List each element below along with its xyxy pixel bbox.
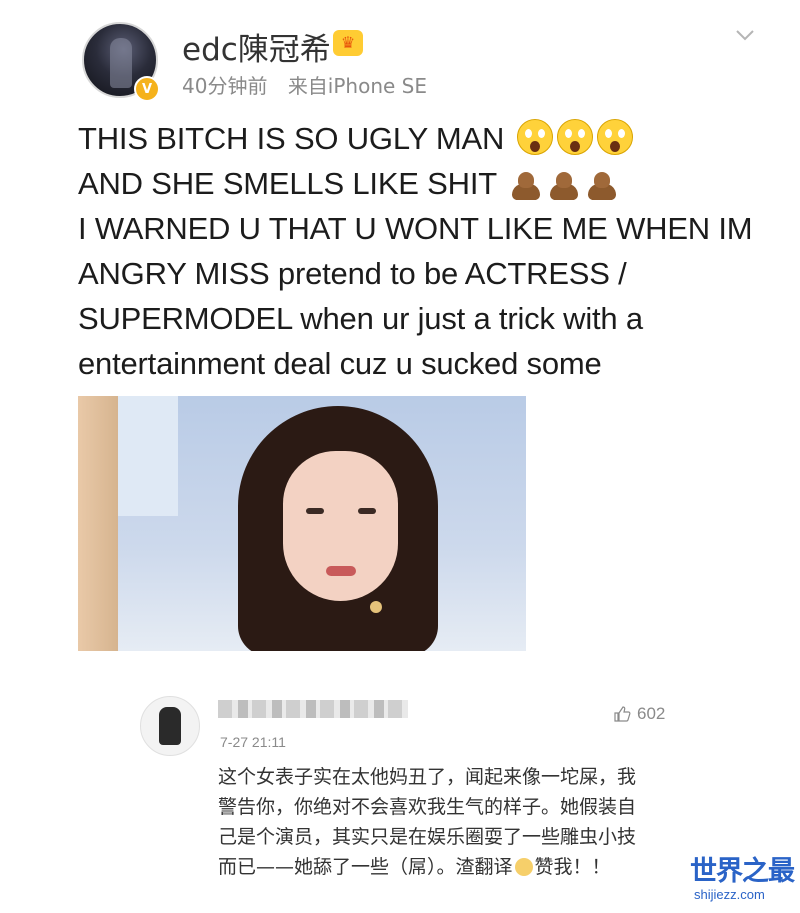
scream-emoji-icon: [516, 119, 553, 155]
post-line: I WARNED U THAT U WONT LIKE ME WHEN IM: [78, 211, 753, 246]
post-source: 来自iPhone SE: [287, 74, 428, 98]
post-time: 40分钟前: [182, 74, 268, 98]
post-line: THIS BITCH IS SO UGLY MAN: [78, 116, 768, 161]
comment-item: 7-27 21:11 602 这个女表子实在太他妈丑了，闻起来像一坨屎，我警告你…: [140, 690, 700, 900]
scream-emoji-icon: [596, 119, 633, 155]
post-header: V edc陳冠希 ♛ 40分钟前 来自iPhone SE: [0, 0, 800, 110]
poo-emoji-icon: [547, 168, 581, 200]
doge-emoji-icon: [514, 858, 533, 876]
post-username[interactable]: edc陳冠希: [182, 24, 331, 69]
comment-text: 这个女表子实在太他妈丑了，闻起来像一坨屎，我警告你，你绝对不会喜欢我生气的样子。…: [218, 766, 637, 878]
like-count: 602: [637, 704, 666, 723]
chevron-down-icon[interactable]: [734, 24, 756, 46]
watermark-title: 世界之最: [690, 856, 795, 887]
post-line: SUPERMODEL when ur just a trick with a: [78, 301, 643, 336]
post-line: entertainment deal cuz u sucked some: [78, 346, 602, 381]
scream-emoji-icon: [556, 119, 593, 155]
commenter-name-blurred[interactable]: [218, 700, 408, 718]
watermark-url: shijiezz.com: [694, 887, 765, 902]
like-button[interactable]: 602: [613, 704, 665, 724]
post-body: THIS BITCH IS SO UGLY MAN AND SHE SMELLS…: [78, 116, 768, 386]
post-line: AND SHE SMELLS LIKE SHIT: [78, 161, 768, 206]
comment-time: 7-27 21:11: [220, 734, 286, 750]
post-photo[interactable]: [78, 396, 526, 651]
poo-emoji-icon: [509, 168, 543, 200]
thumbs-up-icon: [614, 706, 631, 722]
poo-emoji-icon: [585, 168, 619, 200]
post-line: ANGRY MISS pretend to be ACTRESS /: [78, 256, 627, 291]
user-avatar[interactable]: V: [82, 22, 160, 102]
post-meta: 40分钟前 来自iPhone SE: [182, 70, 441, 99]
commenter-avatar[interactable]: [140, 696, 200, 756]
verified-badge-icon: V: [134, 76, 160, 102]
site-watermark: 世界之最 shijiezz.com: [690, 858, 800, 913]
vip-crown-icon: ♛: [333, 30, 363, 56]
